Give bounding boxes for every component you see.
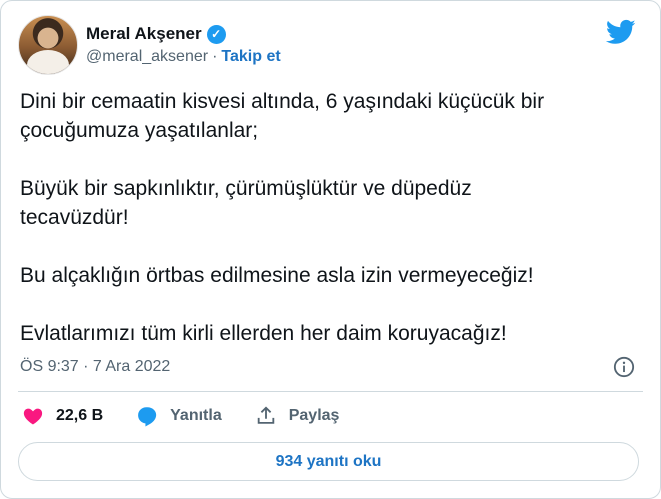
like-count: 22,6 B (56, 407, 104, 424)
reply-bubble-icon (138, 407, 157, 427)
author-name[interactable]: Meral Akşener (86, 24, 202, 44)
separator: · (212, 48, 218, 65)
tweet-header: Meral Akşener ✓ @meral_aksener · Takip e… (18, 15, 281, 75)
tweet-text: Dini bir cemaatin kisvesi altında, 6 yaş… (20, 90, 545, 345)
avatar[interactable] (18, 15, 78, 75)
heart-icon (23, 408, 43, 425)
handle-row: @meral_aksener · Takip et (86, 48, 281, 66)
like-button[interactable]: 22,6 B (22, 405, 103, 427)
divider (18, 391, 643, 392)
tweet-timestamp[interactable]: ÖS 9:37 · 7 Ara 2022 (20, 358, 170, 376)
share-icon (257, 406, 274, 424)
reply-label: Yanıtla (170, 407, 222, 424)
tweet-card: Meral Akşener ✓ @meral_aksener · Takip e… (0, 0, 661, 499)
action-bar: 22,6 B Yanıtla Paylaş (22, 405, 372, 427)
follow-button[interactable]: Takip et (221, 48, 280, 66)
share-button[interactable]: Paylaş (255, 405, 340, 427)
info-icon[interactable] (613, 356, 635, 378)
name-row: Meral Akşener ✓ (86, 24, 281, 44)
author-identity: Meral Akşener ✓ @meral_aksener · Takip e… (86, 24, 281, 66)
share-label: Paylaş (288, 407, 340, 424)
reply-button[interactable]: Yanıtla (136, 405, 222, 427)
verified-badge-icon: ✓ (206, 24, 226, 44)
twitter-bird-icon[interactable] (606, 17, 636, 47)
author-handle[interactable]: @meral_aksener (86, 48, 208, 66)
read-replies-button[interactable]: 934 yanıtı oku (18, 442, 639, 481)
